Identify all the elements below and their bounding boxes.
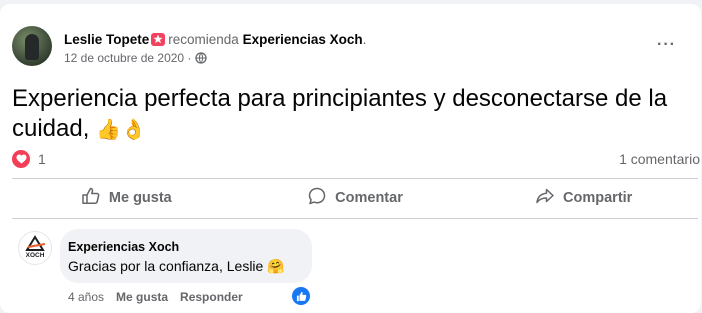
author-line: Leslie Topete recomienda Experiencias Xoc… <box>64 32 366 47</box>
recommend-star-icon <box>151 33 166 46</box>
share-button[interactable]: Compartir <box>469 181 698 215</box>
avatar-brand-text: XOCH <box>25 252 45 259</box>
comment-text: Gracias por la confianza, Leslie 🤗 <box>68 258 285 275</box>
like-button[interactable]: Me gusta <box>12 181 241 215</box>
page-name-suffix: . <box>362 32 367 47</box>
comment-bubble-icon <box>307 186 327 210</box>
comment-meta: 4 años Me gusta Responder <box>68 290 255 304</box>
divider <box>12 218 698 219</box>
love-reaction-icon[interactable] <box>12 150 30 168</box>
like-label: Me gusta <box>108 190 172 206</box>
author-name[interactable]: Leslie Topete <box>64 32 149 47</box>
comment-button[interactable]: Comentar <box>241 181 470 215</box>
post-date[interactable]: 12 de octubre de 2020 · <box>64 51 207 67</box>
comment-count[interactable]: 1 comentario <box>619 151 700 167</box>
comment-like-link[interactable]: Me gusta <box>116 290 168 304</box>
page-name-link[interactable]: Experiencias Xoch <box>243 32 363 47</box>
comment-reply-link[interactable]: Responder <box>180 290 243 304</box>
reactions-summary: 1 1 comentario <box>12 150 700 170</box>
share-label: Compartir <box>563 190 633 206</box>
commenter-avatar[interactable]: XOCH <box>18 231 52 265</box>
comment-body: Gracias por la confianza, Leslie <box>68 258 268 274</box>
comment-time[interactable]: 4 años <box>68 290 104 304</box>
more-options-icon[interactable]: ··· <box>657 36 676 54</box>
share-arrow-icon <box>535 186 555 210</box>
post-date-text[interactable]: 12 de octubre de 2020 · <box>64 51 191 65</box>
reaction-count[interactable]: 1 <box>38 151 46 167</box>
comment-like-reaction-icon[interactable] <box>291 286 311 306</box>
globe-icon <box>195 52 207 67</box>
commenter-name[interactable]: Experiencias Xoch <box>68 240 179 254</box>
post-emojis: 👍👌 <box>96 119 146 141</box>
thumbs-up-icon <box>81 186 101 210</box>
hug-emoji: 🤗 <box>267 258 285 274</box>
post-actions: Me gusta Comentar Compartir <box>12 181 698 215</box>
post-text: Experiencia perfecta para principiantes … <box>12 84 698 145</box>
divider <box>12 178 698 179</box>
recommend-text: recomienda <box>168 32 239 47</box>
comment-label: Comentar <box>335 190 403 206</box>
post-header: Leslie Topete recomienda Experiencias Xoc… <box>12 26 692 70</box>
comment-bubble: Experiencias Xoch Gracias por la confian… <box>60 229 312 283</box>
author-avatar[interactable] <box>12 26 52 66</box>
